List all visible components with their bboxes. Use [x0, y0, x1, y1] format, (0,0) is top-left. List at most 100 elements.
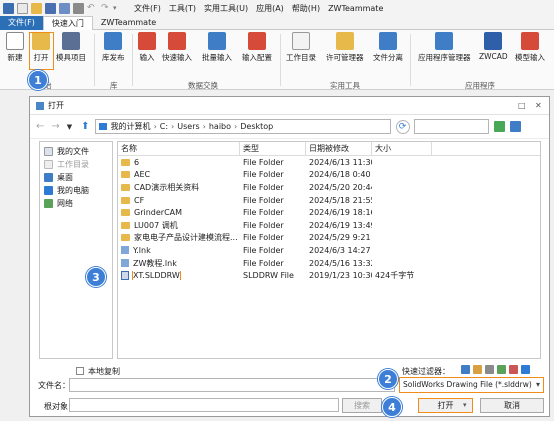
batch-import-button[interactable]: 批量输入 [202, 32, 232, 63]
sidebar-item-label: 网络 [57, 199, 73, 208]
breadcrumb-users[interactable]: Users [177, 122, 199, 131]
work-directory-label: 工作目录 [286, 53, 316, 62]
mold-project-label: 模具项目 [56, 53, 86, 62]
sidebar-item-desktop[interactable]: 桌面 [44, 171, 108, 184]
breadcrumb-c-drive[interactable]: C: [160, 122, 168, 131]
zwcad-button[interactable]: ZWCAD [479, 32, 508, 61]
import-config-button[interactable]: 输入配置 [242, 32, 272, 63]
sidebar-item-my-computer[interactable]: 我的电脑 [44, 184, 108, 197]
filter-part-icon[interactable] [461, 365, 470, 374]
breadcrumb-my-computer[interactable]: 我的计算机 [111, 121, 151, 132]
sidebar-item-work-directory[interactable]: 工作目录 [44, 158, 108, 171]
print-icon[interactable] [73, 2, 84, 14]
tab-zwteammate[interactable]: ZWTeammate [93, 16, 164, 30]
group-label-data-exchange: 数据交换 [188, 81, 218, 90]
computer-icon [98, 123, 107, 130]
folder-icon [121, 196, 130, 204]
open-dropdown-icon[interactable]: ▾ [463, 401, 467, 409]
menu-zwteammate[interactable]: ZWTeammate [328, 4, 383, 13]
local-copy-checkbox[interactable] [76, 367, 84, 375]
license-key-icon [335, 32, 354, 50]
search-input[interactable] [413, 119, 489, 134]
save-as-icon[interactable] [59, 2, 70, 14]
file-list: 名称 类型 日期被修改 大小 6 File Folder 2024/6/13 11:… [117, 141, 541, 359]
file-date: 2024/6/18 0:40 [309, 170, 371, 180]
file-row[interactable]: ZW教程.lnk File Folder 2024/5/16 13:32 [118, 257, 540, 270]
file-type-select[interactable]: SolidWorks Drawing File (*.slddrw) [399, 377, 544, 393]
filename-input[interactable] [69, 378, 395, 392]
dropdown-arrow-icon[interactable]: ▾ [113, 3, 124, 14]
mold-project-button[interactable]: 模具项目 [56, 32, 86, 63]
filter-assembly-icon[interactable] [473, 365, 482, 374]
new-button[interactable]: 新建 [6, 32, 24, 63]
search-button[interactable]: 搜索 [342, 398, 382, 413]
column-header-date[interactable]: 日期被修改 [306, 141, 372, 156]
breadcrumb-desktop[interactable]: Desktop [240, 122, 273, 131]
tab-file[interactable]: 文件(F) [0, 16, 43, 30]
maximize-icon[interactable]: □ [518, 101, 526, 110]
file-row[interactable]: LU007 调机 File Folder 2024/6/19 13:49 [118, 219, 540, 232]
history-dropdown-icon[interactable]: ▼ [67, 123, 72, 131]
filter-drawing-icon[interactable] [485, 365, 494, 374]
places-sidebar: 我的文件 工作目录 桌面 我的电脑 网络 [39, 141, 113, 359]
up-folder-icon[interactable]: ⬆ [81, 121, 89, 132]
model-import-button[interactable]: 模型输入 [515, 32, 545, 63]
library-publish-button[interactable]: 库发布 [102, 32, 125, 63]
menu-apps[interactable]: 应用(A) [256, 3, 284, 14]
sidebar-item-my-files[interactable]: 我的文件 [44, 145, 108, 158]
column-header-type[interactable]: 类型 [240, 141, 306, 156]
ribbon-separator [410, 34, 411, 86]
file-name: GrinderCAM [134, 208, 183, 218]
file-row[interactable]: XT.SLDDRW SLDDRW File 2019/1/23 10:30 424千字… [118, 269, 540, 282]
filter-all-icon[interactable] [521, 365, 530, 374]
forward-arrow-icon[interactable]: → [51, 121, 59, 132]
file-split-button[interactable]: 文件分离 [373, 32, 403, 63]
refresh-icon[interactable]: ⟳ [395, 119, 410, 134]
file-row[interactable]: CF File Folder 2024/5/18 21:55 [118, 194, 540, 207]
file-row[interactable]: AEC File Folder 2024/6/18 0:40 [118, 169, 540, 182]
local-copy-label: 本地复制 [88, 367, 120, 376]
cancel-button[interactable]: 取消 [480, 398, 544, 413]
file-split-label: 文件分离 [373, 53, 403, 62]
file-name: 6 [134, 157, 140, 167]
redo-icon[interactable]: ↷ [101, 3, 112, 14]
navigation-bar: ← → ▼ ⬆ 我的计算机 › C: › Users › haibo › Des… [30, 115, 549, 139]
back-arrow-icon[interactable]: ← [36, 121, 44, 132]
menu-utilities[interactable]: 实用工具(U) [204, 3, 248, 14]
view-mode-icon[interactable] [493, 121, 505, 132]
menu-tools[interactable]: 工具(T) [169, 3, 196, 14]
model-import-label: 模型输入 [515, 53, 545, 62]
tab-quick-start[interactable]: 快速入门 [42, 16, 93, 30]
file-name: 家电电子产品设计建模流程... [134, 233, 238, 243]
save-icon[interactable] [45, 2, 56, 14]
breadcrumb-separator: › [171, 122, 175, 131]
filter-sketch-icon[interactable] [497, 365, 506, 374]
column-header-name[interactable]: 名称 [118, 141, 240, 156]
menu-help[interactable]: 帮助(H) [292, 3, 320, 14]
app-manager-button[interactable]: 应用程序管理器 [418, 32, 471, 63]
preview-icon[interactable] [509, 121, 521, 132]
app-logo-icon [3, 2, 14, 14]
import-button[interactable]: 输入 [138, 32, 156, 63]
file-row[interactable]: 6 File Folder 2024/6/13 11:30 [118, 156, 540, 169]
quick-import-button[interactable]: 快速输入 [162, 32, 192, 63]
open-folder-icon[interactable] [31, 2, 42, 14]
filter-tool-icon[interactable] [509, 365, 518, 374]
path-bar[interactable]: 我的计算机 › C: › Users › haibo › Desktop [94, 119, 391, 134]
chevron-down-icon[interactable]: ▾ [536, 380, 540, 389]
new-icon[interactable] [17, 2, 28, 14]
undo-icon[interactable]: ↶ [87, 3, 98, 14]
file-row[interactable]: Y.lnk File Folder 2024/6/3 14:27 [118, 244, 540, 257]
work-directory-button[interactable]: 工作目录 [286, 32, 316, 63]
root-object-input[interactable] [69, 398, 339, 412]
file-row[interactable]: 家电电子产品设计建模流程... File Folder 2024/5/29 9:21 [118, 232, 540, 245]
column-header-size[interactable]: 大小 [372, 141, 432, 156]
menu-file[interactable]: 文件(F) [134, 3, 161, 14]
sidebar-item-network[interactable]: 网络 [44, 197, 108, 210]
file-row[interactable]: GrinderCAM File Folder 2024/6/19 18:16 [118, 206, 540, 219]
license-manager-button[interactable]: 许可管理器 [326, 32, 364, 63]
breadcrumb-haibo[interactable]: haibo [209, 122, 231, 131]
close-icon[interactable]: ✕ [535, 101, 542, 110]
file-row[interactable]: CAD演示相关资料 File Folder 2024/5/20 20:44 [118, 181, 540, 194]
work-directory-icon [44, 160, 53, 169]
